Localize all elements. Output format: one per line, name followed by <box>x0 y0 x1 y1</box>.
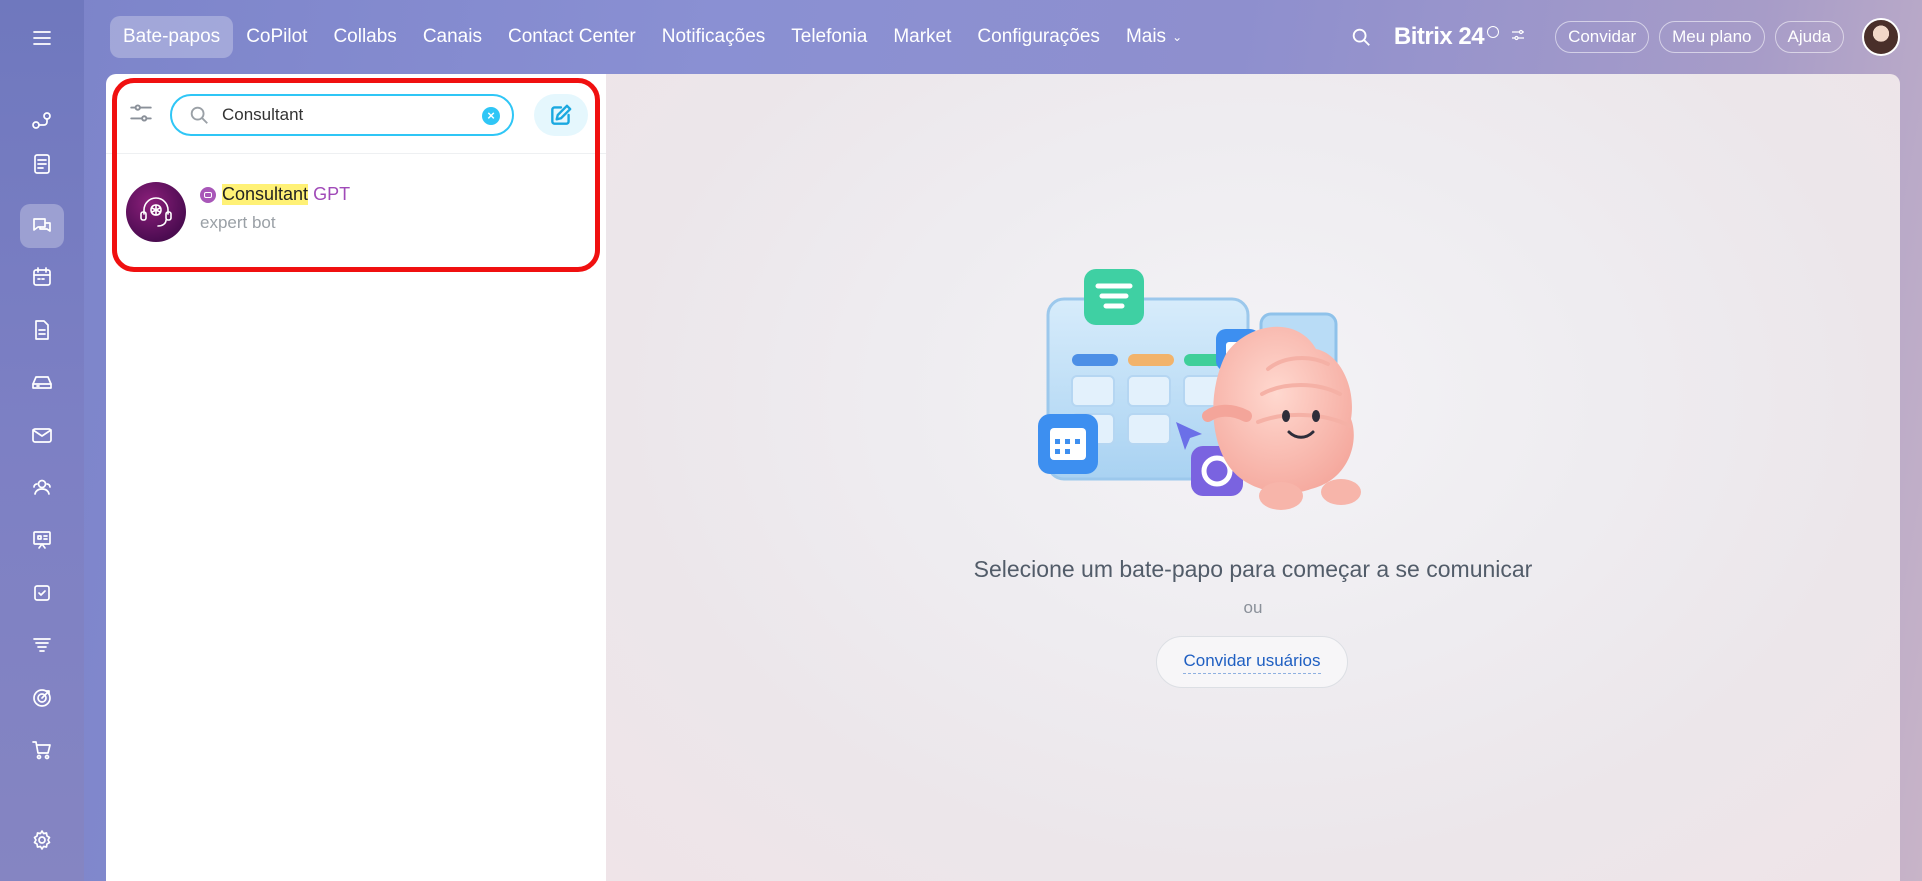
cart-icon <box>32 741 51 760</box>
tasks-icon <box>34 585 50 601</box>
drive-icon <box>32 376 52 389</box>
top-navigation: Bate-papos CoPilot Collabs Canais Contac… <box>110 16 1195 58</box>
filter-button[interactable] <box>126 98 156 128</box>
sidebar-item-settings[interactable] <box>20 818 64 862</box>
search-icon <box>188 104 210 126</box>
target-icon <box>33 689 51 707</box>
invite-users-label: Convidar usuários <box>1183 651 1321 674</box>
chat-icon <box>33 218 51 232</box>
help-button[interactable]: Ajuda <box>1774 21 1844 53</box>
new-chat-button[interactable] <box>534 94 588 136</box>
result-title: Consultant GPT <box>200 184 350 205</box>
chat-list-panel: × Consultant GPT expert bot <box>106 74 606 881</box>
sidebar-item-crm[interactable] <box>20 623 64 667</box>
user-avatar[interactable] <box>1862 18 1900 56</box>
my-plan-button[interactable]: Meu plano <box>1659 21 1765 53</box>
brand-logo[interactable]: Bitrix 24 <box>1394 23 1527 51</box>
sidebar-item-chat[interactable] <box>20 204 64 248</box>
brand-name: Bitrix 24 <box>1393 23 1485 50</box>
tab-mais[interactable]: Mais ⌄ <box>1113 16 1195 58</box>
tab-configuracoes[interactable]: Configurações <box>964 16 1113 58</box>
tab-mais-label: Mais <box>1125 26 1167 47</box>
compose-icon <box>551 104 572 125</box>
document-icon <box>35 320 49 340</box>
filter-icon <box>130 104 152 122</box>
tab-canais[interactable]: Canais <box>410 16 495 58</box>
funnel-icon <box>33 638 51 652</box>
empty-state-or: ou <box>1243 598 1263 617</box>
tab-market[interactable]: Market <box>880 16 964 58</box>
menu-button[interactable] <box>20 16 64 60</box>
empty-state-illustration <box>1038 269 1361 510</box>
search-input[interactable] <box>222 105 472 125</box>
result-text: Consultant GPT expert bot <box>200 184 350 233</box>
tab-copilot[interactable]: CoPilot <box>233 16 320 58</box>
calendar-icon <box>33 267 51 286</box>
contacts-icon <box>33 479 51 495</box>
tab-telefonia[interactable]: Telefonia <box>778 16 880 58</box>
flow-icon <box>32 112 51 129</box>
sidebar-item-presentation[interactable] <box>20 518 64 562</box>
global-search-button[interactable] <box>1346 22 1376 52</box>
chat-search-box[interactable]: × <box>170 94 514 136</box>
feed-icon <box>34 154 50 174</box>
clock-icon <box>1487 26 1500 38</box>
tab-bate-papos[interactable]: Bate-papos <box>110 16 234 58</box>
mail-icon <box>32 428 52 443</box>
sidebar-item-tasks[interactable] <box>20 571 64 615</box>
search-result-item[interactable]: Consultant GPT expert bot <box>106 176 606 248</box>
header-right: Bitrix 24 Convidar Meu plano Ajuda <box>1346 16 1900 58</box>
sidebar-item-shop[interactable] <box>20 728 64 772</box>
search-row: × <box>106 74 606 154</box>
empty-state-title: Selecione um bate-papo para começar a se… <box>973 556 1533 582</box>
clear-search-icon[interactable]: × <box>482 107 500 125</box>
tab-contact-center[interactable]: Contact Center <box>495 16 649 58</box>
sidebar-item-flow[interactable] <box>20 99 64 143</box>
tab-notificacoes[interactable]: Notificações <box>649 16 779 58</box>
chat-main-panel: Selecione um bate-papo para começar a se… <box>606 74 1900 881</box>
tab-collabs[interactable]: Collabs <box>320 16 409 58</box>
sidebar-item-calendar[interactable] <box>20 255 64 299</box>
result-title-rest: GPT <box>313 184 351 204</box>
presentation-icon <box>33 531 51 549</box>
sidebar-item-drive[interactable] <box>20 360 64 404</box>
invite-users-button[interactable]: Convidar usuários <box>1156 636 1348 688</box>
tune-icon[interactable] <box>1509 23 1527 51</box>
sidebar-item-feed[interactable] <box>20 142 64 186</box>
search-icon <box>1352 28 1370 46</box>
bot-badge-icon <box>200 186 216 203</box>
ai-bot-icon <box>140 197 172 227</box>
left-sidebar <box>0 0 84 881</box>
bot-avatar <box>126 182 186 242</box>
sidebar-item-goals[interactable] <box>20 676 64 720</box>
sidebar-item-documents[interactable] <box>20 308 64 352</box>
search-highlight: Consultant <box>222 184 309 205</box>
sidebar-item-mail[interactable] <box>20 413 64 457</box>
sidebar-item-contacts[interactable] <box>20 465 64 509</box>
result-subtitle: expert bot <box>200 213 276 232</box>
settings-icon <box>33 830 51 850</box>
menu-icon <box>33 31 51 45</box>
invite-button[interactable]: Convidar <box>1555 21 1650 53</box>
chevron-down-icon: ⌄ <box>1172 30 1183 44</box>
